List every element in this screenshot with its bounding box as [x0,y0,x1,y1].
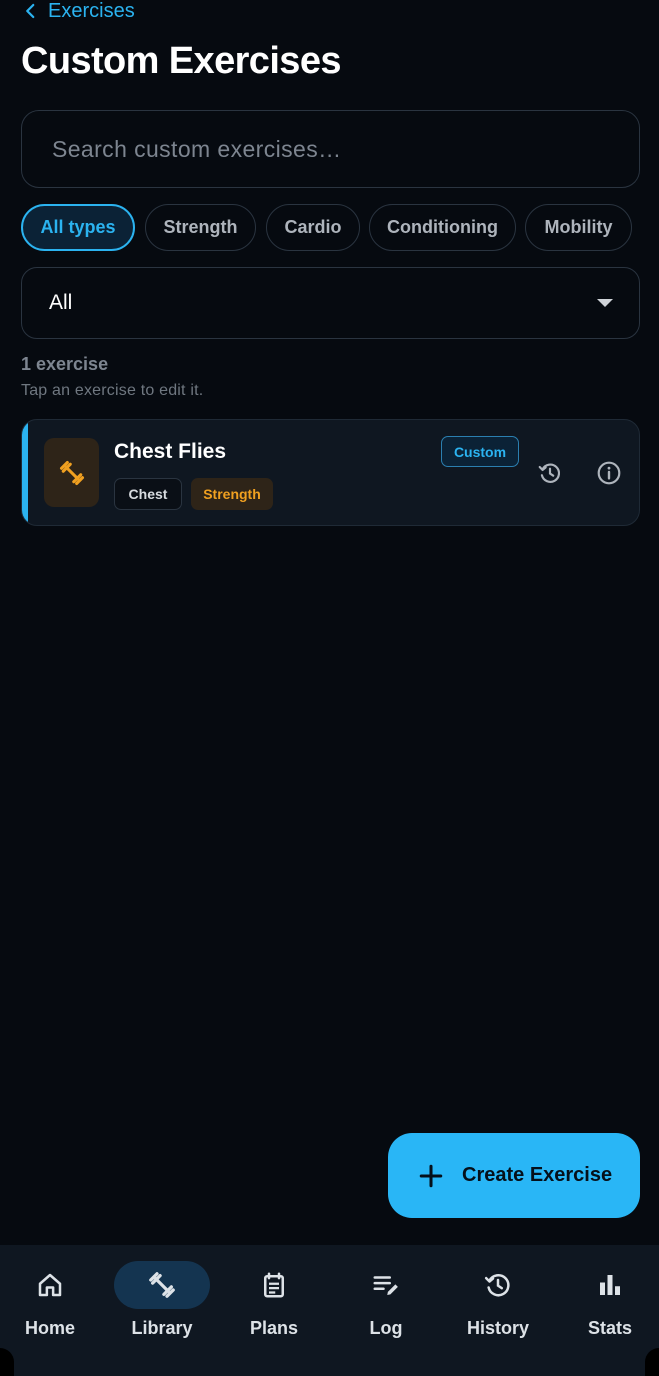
edit-list-icon [373,1276,398,1295]
chip-strength[interactable]: Strength [145,204,256,251]
muscle-group-select[interactable]: All [21,267,640,339]
edit-hint: Tap an exercise to edit it. [21,382,204,399]
bottom-navigation: Home Library Plans Log History Stats [0,1245,659,1376]
chip-mobility[interactable]: Mobility [525,204,632,251]
nav-home[interactable]: Home [0,1245,106,1376]
history-icon [484,1274,510,1297]
exercise-card[interactable]: Chest Flies Chest Strength Custom [21,419,640,526]
custom-badge: Custom [441,436,519,467]
chip-label: Conditioning [387,217,498,237]
chip-label: Strength [163,217,238,237]
chip-label: Mobility [544,217,613,237]
back-link-label: Exercises [48,0,135,22]
search-input[interactable] [52,135,639,163]
nav-label: Log [369,1318,403,1338]
home-icon [38,1273,62,1297]
nav-label: Home [24,1318,75,1338]
type-filter-chips: All types Strength Cardio Conditioning M… [21,204,659,252]
result-count: 1 exercise [21,354,109,374]
create-exercise-button[interactable]: Create Exercise [388,1133,640,1218]
clipboard-icon [264,1272,284,1298]
history-button[interactable] [534,457,566,489]
exercise-name: Chest Flies [114,440,227,463]
info-button[interactable] [593,457,625,489]
dumbbell-icon [149,1272,175,1298]
chip-cardio[interactable]: Cardio [266,204,360,251]
nav-label: History [466,1318,529,1338]
nav-library[interactable]: Library [106,1245,218,1376]
chip-conditioning[interactable]: Conditioning [369,204,516,251]
nav-label: Stats [587,1318,632,1338]
nav-log[interactable]: Log [330,1245,442,1376]
search-field[interactable] [21,110,640,188]
chip-label: All types [40,217,116,237]
card-accent-bar [22,420,28,525]
chevron-left-icon [26,3,35,19]
info-icon [597,461,621,485]
nav-label: Library [131,1318,193,1338]
plus-icon [419,1164,443,1187]
page-title: Custom Exercises [21,40,342,82]
dumbbell-icon [59,460,84,485]
nav-history[interactable]: History [442,1245,554,1376]
chip-all-types[interactable]: All types [21,204,135,251]
type-tag: Strength [191,478,273,510]
bar-chart-icon [600,1275,620,1295]
history-icon [538,463,560,483]
create-exercise-label: Create Exercise [462,1164,613,1186]
back-link[interactable]: Exercises [22,0,135,22]
nav-stats[interactable]: Stats [554,1245,659,1376]
exercise-thumbnail [44,438,99,507]
caret-down-icon [597,299,613,307]
chip-label: Cardio [284,217,342,237]
muscle-tag: Chest [114,478,182,510]
nav-plans[interactable]: Plans [218,1245,330,1376]
nav-label: Plans [249,1318,299,1338]
select-value: All [49,291,73,314]
